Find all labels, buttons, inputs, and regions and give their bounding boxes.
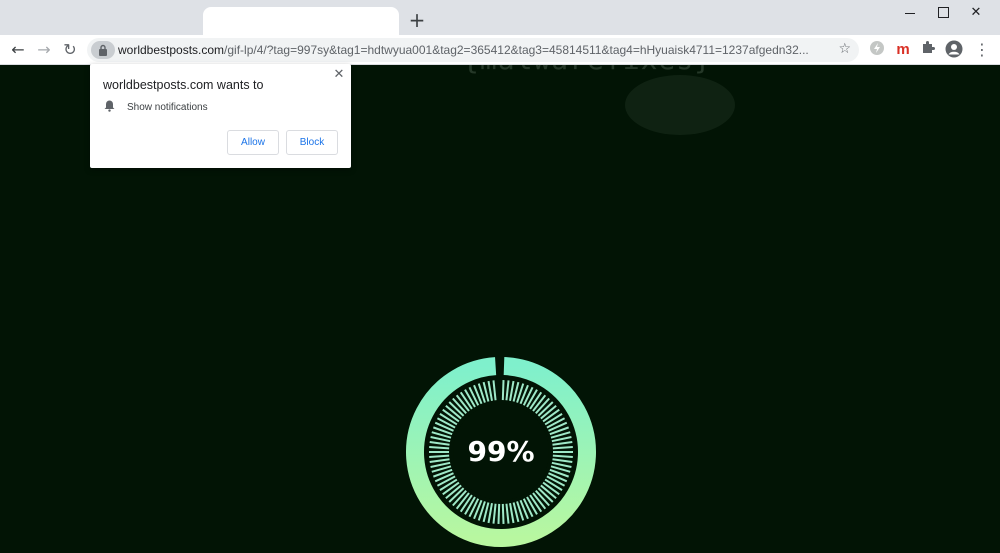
permission-label: Show notifications	[127, 102, 208, 113]
profile-avatar-icon[interactable]	[944, 40, 964, 60]
back-button[interactable]: ←	[6, 38, 30, 62]
close-window-button[interactable]: ✕	[959, 0, 993, 26]
watermark-text: {malwarefixes}	[462, 65, 712, 76]
address-bar[interactable]: worldbestposts.com/gif-lp/4/?tag=997sy&t…	[87, 38, 859, 62]
reload-button[interactable]: ↻	[58, 38, 82, 62]
block-button[interactable]: Block	[286, 130, 338, 155]
browser-toolbar: ← → ↻ worldbestposts.com/gif-lp/4/?tag=9…	[0, 35, 1000, 65]
watermark-hand-shape	[625, 75, 735, 135]
extensions-puzzle-icon[interactable]	[918, 40, 938, 60]
notification-permission-popup: worldbestposts.com wants to ✕ Show notif…	[90, 64, 351, 168]
forward-button[interactable]: →	[32, 38, 56, 62]
url-domain: worldbestposts.com	[118, 43, 225, 57]
bookmark-star-icon[interactable]: ☆	[838, 41, 851, 57]
popup-title: worldbestposts.com wants to	[103, 78, 264, 92]
new-tab-button[interactable]: +	[404, 8, 430, 34]
minimize-button[interactable]	[893, 0, 927, 26]
bell-icon	[104, 100, 115, 112]
popup-close-icon[interactable]: ✕	[331, 67, 347, 83]
url-text[interactable]: worldbestposts.com/gif-lp/4/?tag=997sy&t…	[118, 43, 828, 57]
active-tab[interactable]	[203, 7, 399, 35]
extension-lightning-icon[interactable]	[867, 40, 887, 60]
tab-strip: + ✕	[0, 0, 1000, 35]
allow-button[interactable]: Allow	[227, 130, 279, 155]
lock-icon	[99, 44, 107, 56]
extension-m-icon[interactable]: m	[893, 40, 913, 60]
progress-percent: 99%	[467, 435, 535, 468]
progress-loader: 99%	[401, 352, 601, 552]
maximize-button[interactable]	[926, 0, 960, 26]
url-path: /gif-lp/4/?tag=997sy&tag1=hdtwyua001&tag…	[224, 43, 809, 57]
browser-menu-icon[interactable]: ⋮	[972, 40, 992, 60]
site-info-button[interactable]	[91, 41, 115, 59]
